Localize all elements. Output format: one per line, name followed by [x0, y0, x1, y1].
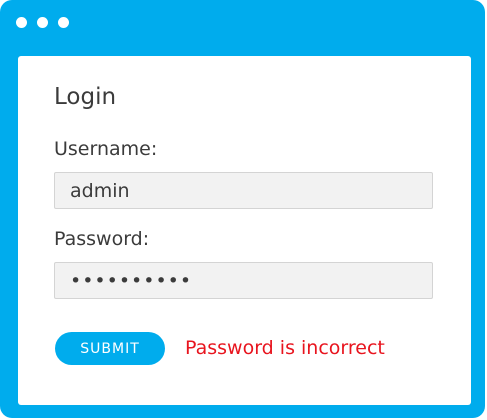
login-title: Login	[54, 84, 117, 110]
submit-button[interactable]: SUBMIT	[55, 332, 165, 365]
error-message: Password is incorrect	[185, 337, 385, 359]
window-dot-icon[interactable]	[37, 17, 48, 28]
browser-window: Login Username: Password: SUBMIT Passwor…	[0, 0, 485, 418]
username-input[interactable]	[54, 172, 433, 209]
password-input[interactable]	[54, 262, 433, 299]
password-label: Password:	[54, 228, 150, 250]
username-label: Username:	[54, 138, 158, 160]
login-panel: Login Username: Password: SUBMIT Passwor…	[18, 56, 471, 405]
window-dot-icon[interactable]	[58, 17, 69, 28]
window-dot-icon[interactable]	[16, 17, 27, 28]
